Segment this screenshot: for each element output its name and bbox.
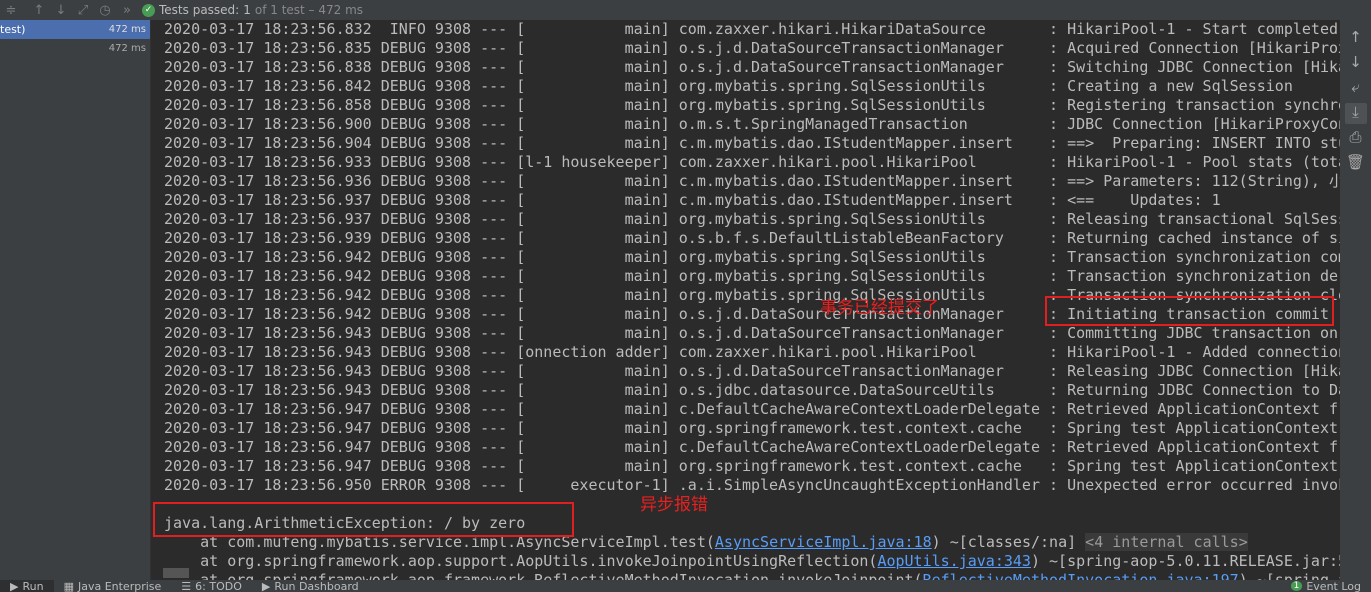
java-enterprise-icon: ▦ — [63, 580, 74, 592]
annotation-committed: 事务已经提交了 — [820, 298, 939, 318]
event-log-button[interactable]: 1 Event Log — [1281, 580, 1371, 592]
stack-trace: at com.mufeng.mybatis.service.impl.Async… — [151, 533, 1340, 580]
scroll-to-end-icon[interactable]: ⤓ — [1344, 103, 1367, 124]
log-line: 2020-03-17 18:23:56.947 DEBUG 9308 --- [… — [164, 419, 1338, 437]
log-line: 2020-03-17 18:23:56.942 DEBUG 9308 --- [… — [164, 248, 1340, 266]
event-log-badge: 1 — [1290, 581, 1303, 591]
log-line: 2020-03-17 18:23:56.943 DEBUG 9308 --- [… — [164, 381, 1340, 399]
sort-icon[interactable]: ≑ — [0, 3, 22, 18]
tab-run-dashboard[interactable]: ▶ Run Dashboard — [252, 580, 369, 592]
stack-frame-prefix: at org.springframework.aop.support.AopUt… — [164, 552, 878, 570]
down-arrow-icon[interactable]: ↓ — [50, 3, 72, 18]
stack-frame-suffix: ) ~[spring-aop-5.0.11.RELEASE.jar:5 — [1030, 552, 1340, 570]
history-icon[interactable]: ◷ — [94, 3, 116, 18]
log-line: 2020-03-17 18:23:56.858 DEBUG 9308 --- [… — [164, 96, 1340, 114]
log-line: 2020-03-17 18:23:56.947 DEBUG 9308 --- [… — [164, 457, 1338, 475]
export-icon[interactable]: ⤢ — [72, 3, 94, 18]
log-line: 2020-03-17 18:23:56.904 DEBUG 9308 --- [… — [164, 134, 1340, 152]
check-icon: ✓ — [142, 3, 155, 17]
stack-frame-suffix: ) ~[classes/:na] — [931, 533, 1086, 551]
fold-marker[interactable] — [163, 568, 189, 578]
stack-frame: at org.springframework.aop.support.AopUt… — [151, 552, 1340, 571]
log-line: 2020-03-17 18:23:56.943 DEBUG 9308 --- [… — [164, 362, 1340, 380]
log-line: 2020-03-17 18:23:56.933 DEBUG 9308 --- [… — [164, 153, 1340, 171]
run-toolbar: ≑ ↑ ↓ ⤢ ◷ » ✓ Tests passed: 1 of 1 test … — [0, 0, 1371, 20]
stack-frame: at org.springframework.aop.framework.Ref… — [151, 571, 1340, 580]
source-link[interactable]: AopUtils.java:343 — [877, 552, 1031, 570]
annotation-box-commit — [1045, 296, 1334, 326]
test-tree: test) 472 ms 472 ms — [0, 20, 150, 580]
run-icon: ▶ — [10, 580, 19, 592]
list-icon: ☰ — [181, 580, 192, 592]
up-arrow-icon[interactable]: ↑ — [1345, 28, 1367, 49]
more-icon[interactable]: » — [116, 3, 138, 18]
up-arrow-icon[interactable]: ↑ — [28, 3, 50, 18]
tab-todo[interactable]: ☰ 6: TODO — [171, 580, 252, 592]
source-link[interactable]: ReflectiveMethodInvocation.java:197 — [923, 571, 1239, 580]
test-status: ✓ Tests passed: 1 of 1 test – 472 ms — [142, 3, 363, 17]
tab-run[interactable]: ▶ Run — [0, 580, 54, 592]
stack-frame-extra[interactable]: <4 internal calls> — [1085, 533, 1248, 551]
console-gutter: ↑ ↓ ⤶ ⤓ ⎙ 🗑 — [1340, 20, 1371, 580]
log-line: 2020-03-17 18:23:56.943 DEBUG 9308 --- [… — [164, 324, 1338, 342]
log-line: 2020-03-17 18:23:56.947 DEBUG 9308 --- [… — [164, 438, 1340, 456]
source-link[interactable]: AsyncServiceImpl.java:18 — [715, 533, 932, 551]
log-line: 2020-03-17 18:23:56.950 ERROR 9308 --- [… — [164, 476, 1340, 494]
log-line: 2020-03-17 18:23:56.942 DEBUG 9308 --- [… — [164, 267, 1340, 285]
log-line: 2020-03-17 18:23:56.937 DEBUG 9308 --- [… — [164, 210, 1340, 228]
log-line: 2020-03-17 18:23:56.937 DEBUG 9308 --- [… — [164, 191, 1221, 209]
annotation-async-error: 异步报错 — [640, 495, 708, 515]
stack-frame-prefix: at org.springframework.aop.framework.Ref… — [164, 571, 923, 580]
trash-icon[interactable]: 🗑 — [1345, 153, 1367, 174]
annotation-box-exception — [153, 502, 574, 537]
test-tree-item[interactable]: test) 472 ms — [0, 20, 150, 39]
log-line: 2020-03-17 18:23:56.832 INFO 9308 --- [ … — [164, 20, 1340, 38]
down-arrow-icon[interactable]: ↓ — [1345, 53, 1367, 74]
print-icon[interactable]: ⎙ — [1345, 128, 1367, 149]
log-lines: 2020-03-17 18:23:56.832 INFO 9308 --- [ … — [151, 20, 1340, 495]
soft-wrap-icon[interactable]: ⤶ — [1345, 78, 1367, 99]
log-line: 2020-03-17 18:23:56.939 DEBUG 9308 --- [… — [164, 229, 1340, 247]
log-line: 2020-03-17 18:23:56.936 DEBUG 9308 --- [… — [164, 172, 1340, 190]
log-line: 2020-03-17 18:23:56.900 DEBUG 9308 --- [… — [164, 115, 1340, 133]
test-tree-item[interactable]: 472 ms — [0, 39, 150, 58]
log-line: 2020-03-17 18:23:56.943 DEBUG 9308 --- [… — [164, 343, 1340, 361]
stack-frame-suffix: ) ~[spring-a — [1238, 571, 1340, 580]
log-line: 2020-03-17 18:23:56.835 DEBUG 9308 --- [… — [164, 39, 1340, 57]
run-dashboard-icon: ▶ — [261, 580, 271, 592]
log-line: 2020-03-17 18:23:56.947 DEBUG 9308 --- [… — [164, 400, 1340, 418]
tab-java-enterprise[interactable]: ▦ Java Enterprise — [54, 580, 172, 592]
bottom-tool-bar: ▶ Run ▦ Java Enterprise ☰ 6: TODO ▶ Run Dash… — [0, 580, 1371, 592]
log-line: 2020-03-17 18:23:56.838 DEBUG 9308 --- [… — [164, 58, 1340, 76]
log-line: 2020-03-17 18:23:56.842 DEBUG 9308 --- [… — [164, 77, 1293, 95]
